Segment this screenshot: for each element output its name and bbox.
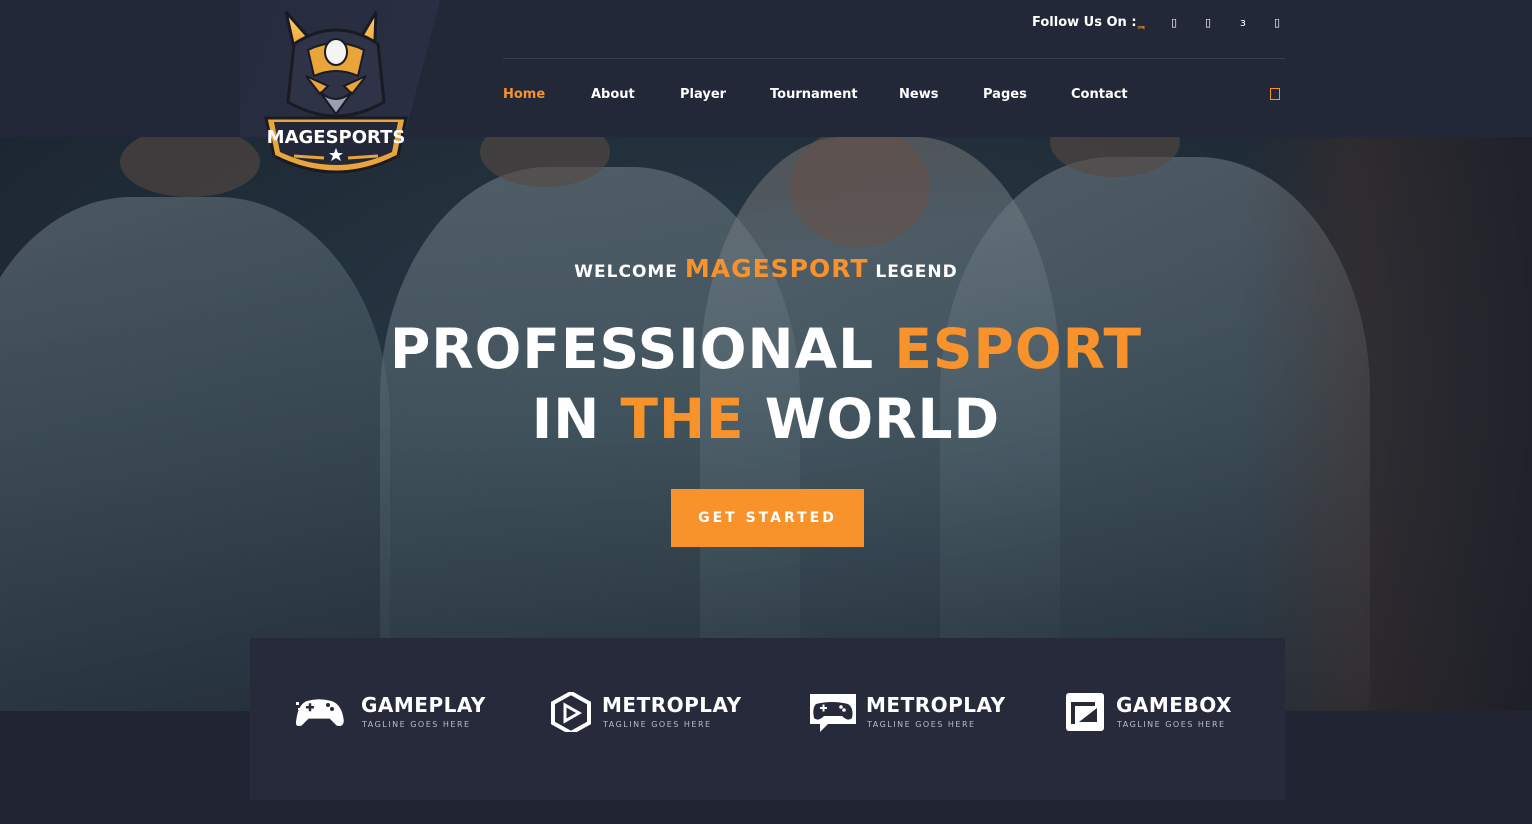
youtube-icon[interactable]: ▯ (1274, 16, 1280, 29)
hero-headline: PROFESSIONAL ESPORT IN THE WORLD (0, 314, 1532, 454)
nav-player[interactable]: Player (680, 87, 726, 102)
sponsor-name: GAMEBOX (1116, 693, 1232, 717)
sponsor-logo[interactable]: GAMEPLAY TAGLINE GOES HERE (296, 690, 486, 736)
nav-about[interactable]: About (591, 87, 635, 102)
nav-home[interactable]: Home (503, 87, 545, 102)
sponsor-tagline: TAGLINE GOES HERE (1117, 720, 1226, 729)
twitter-icon[interactable]: ▯ (1171, 16, 1177, 29)
owl-mascot-icon: MAGESPORTS (264, 11, 408, 174)
nav-news[interactable]: News (899, 87, 938, 102)
sponsor-tagline: TAGLINE GOES HERE (867, 720, 976, 729)
site-logo[interactable]: MAGESPORTS (258, 6, 414, 186)
sponsor-logo[interactable]: METROPLAY TAGLINE GOES HERE (551, 690, 741, 736)
facebook-icon[interactable]: ᆿ (1136, 16, 1146, 32)
sponsor-name: GAMEPLAY (361, 693, 486, 717)
sponsor-tagline: TAGLINE GOES HERE (603, 720, 712, 729)
cart-icon[interactable] (1270, 88, 1280, 100)
sponsor-tagline: TAGLINE GOES HERE (362, 720, 471, 729)
sponsor-strip: GAMEPLAY TAGLINE GOES HERE METROPLAY TAG… (250, 638, 1285, 800)
headline-line1-white: PROFESSIONAL (390, 317, 875, 381)
nav-tournament[interactable]: Tournament (770, 87, 858, 102)
sponsor-name: METROPLAY (866, 693, 1006, 717)
vimeo-icon[interactable]: з (1240, 16, 1246, 29)
headline-line2-white-b: WORLD (764, 387, 1001, 451)
welcome-post: LEGEND (875, 262, 958, 282)
get-started-button[interactable]: GET STARTED (671, 489, 864, 547)
welcome-pre: WELCOME (574, 262, 678, 282)
nav-contact[interactable]: Contact (1071, 87, 1128, 102)
headline-line1-orange: ESPORT (894, 317, 1142, 381)
headline-line2-white-a: IN (531, 387, 601, 451)
logo-wordmark: MAGESPORTS (267, 127, 406, 148)
hex-play-icon (551, 692, 591, 732)
gamepad-chat-icon (810, 694, 856, 732)
sponsor-logo[interactable]: GAMEBOX TAGLINE GOES HERE (1065, 690, 1245, 736)
follow-us-label: Follow Us On : (1032, 15, 1137, 30)
nav-pages[interactable]: Pages (983, 87, 1027, 102)
sponsor-name: METROPLAY (602, 693, 742, 717)
welcome-brand: MAGESPORT (684, 254, 869, 283)
hero-welcome: WELCOME MAGESPORT LEGEND (0, 254, 1532, 283)
sponsor-logo[interactable]: METROPLAY TAGLINE GOES HERE (808, 690, 1005, 736)
instagram-icon[interactable]: ▯ (1205, 16, 1211, 29)
headline-line2-orange: THE (620, 387, 745, 451)
header-divider (503, 58, 1285, 59)
box-icon (1066, 693, 1104, 731)
gamepad-icon (296, 699, 344, 727)
site-header: Follow Us On : ᆿ ▯ ▯ з ▯ Home About Play… (0, 0, 1532, 137)
